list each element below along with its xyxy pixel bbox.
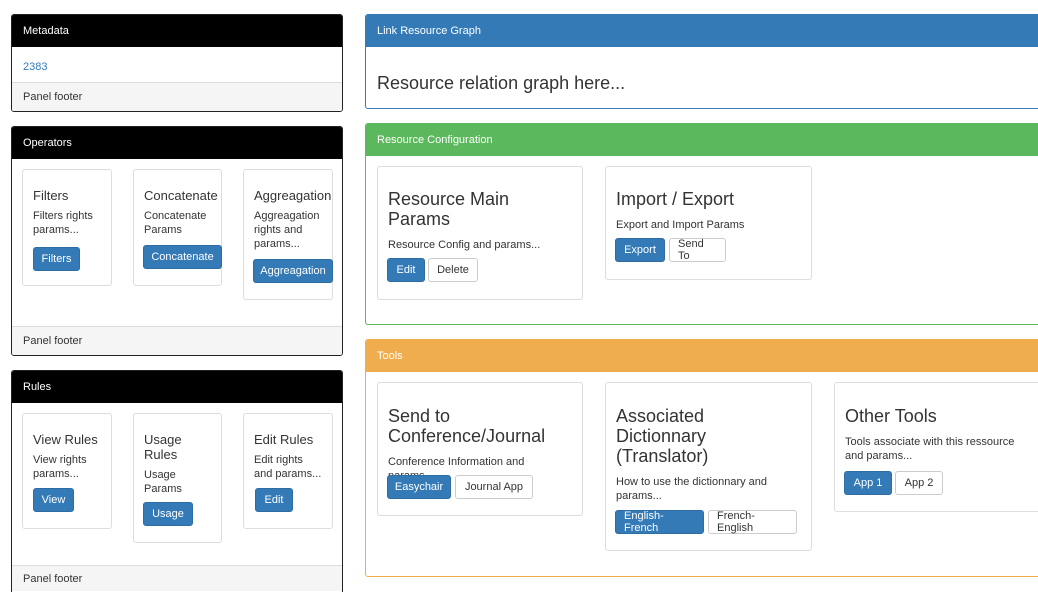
view-rules-card-desc: View rights params... (33, 454, 87, 480)
view-button[interactable]: View (33, 488, 74, 512)
resource-config-panel: Resource Configuration Resource Main Par… (365, 123, 1038, 325)
concatenate-button[interactable]: Concatenate (143, 245, 222, 269)
dictionnary-card: Associated Dictionnary (Translator) How … (605, 382, 812, 551)
tools-panel-header: Tools (366, 340, 1038, 372)
aggreagation-card: Aggreagation Aggreagation rights and par… (243, 169, 333, 300)
operators-panel-header: Operators (12, 127, 342, 159)
french-english-button[interactable]: French-English (708, 510, 797, 534)
aggreagation-card-desc: Aggreagation rights and params... (254, 210, 320, 250)
usage-button[interactable]: Usage (143, 502, 193, 526)
filters-card-title: Filters (33, 188, 69, 203)
concatenate-card: Concatenate Concatenate Params Concatena… (133, 169, 222, 286)
resource-config-panel-header: Resource Configuration (366, 124, 1038, 156)
usage-rules-card-desc: Usage Params (144, 469, 182, 495)
app2-button[interactable]: App 2 (895, 471, 943, 495)
other-tools-title: Other Tools (845, 406, 937, 426)
send-conference-title: Send to Conference/Journal (388, 406, 546, 446)
edit-rules-card-title: Edit Rules (254, 432, 314, 447)
import-export-card: Import / Export Export and Import Params… (605, 166, 812, 280)
operators-panel: Operators Filters Filters rights params.… (11, 126, 343, 356)
edit-rules-card-desc: Edit rights and params... (254, 454, 322, 480)
metadata-panel-header: Metadata (12, 15, 342, 47)
filters-card-desc: Filters rights params... (33, 210, 93, 236)
tools-panel: Tools Send to Conference/Journal Confere… (365, 339, 1038, 577)
usage-rules-card: Usage Rules Usage Params Usage (133, 413, 222, 543)
resource-main-params-title: Resource Main Params (388, 189, 510, 229)
other-tools-desc: Tools associate with this ressource and … (845, 436, 1015, 462)
dictionnary-title: Associated Dictionnary (Translator) (616, 406, 709, 466)
send-conference-card: Send to Conference/Journal Conference In… (377, 382, 583, 516)
metadata-panel: Metadata 2383 Panel footer (11, 14, 343, 112)
dictionnary-desc: How to use the dictionnary and params... (616, 476, 768, 502)
resource-main-params-card: Resource Main Params Resource Config and… (377, 166, 583, 300)
metadata-value-link[interactable]: 2383 (23, 61, 47, 73)
link-graph-panel-header: Link Resource Graph (366, 15, 1038, 47)
export-button[interactable]: Export (615, 238, 665, 262)
rules-panel-footer: Panel footer (12, 565, 342, 591)
aggreagation-card-title: Aggreagation (254, 188, 332, 203)
filters-button[interactable]: Filters (33, 247, 80, 271)
view-rules-card: View Rules View rights params... View (22, 413, 112, 529)
link-graph-panel: Link Resource Graph Resource relation gr… (365, 14, 1038, 109)
aggreagation-button[interactable]: Aggreagation (253, 259, 333, 283)
resource-delete-button[interactable]: Delete (428, 258, 478, 282)
metadata-panel-footer: Panel footer (12, 82, 342, 111)
usage-rules-card-title: Usage Rules (144, 432, 182, 462)
concatenate-card-title: Concatenate (144, 188, 218, 203)
rules-panel-header: Rules (12, 371, 342, 403)
journal-app-button[interactable]: Journal App (455, 475, 533, 499)
resource-edit-button[interactable]: Edit (387, 258, 425, 282)
edit-rules-button[interactable]: Edit (255, 488, 293, 512)
resource-main-params-desc: Resource Config and params... (388, 239, 541, 251)
view-rules-card-title: View Rules (33, 432, 98, 447)
app1-button[interactable]: App 1 (844, 471, 892, 495)
easychair-button[interactable]: Easychair (387, 475, 451, 499)
english-french-button[interactable]: English-French (615, 510, 704, 534)
import-export-desc: Export and Import Params (616, 219, 745, 231)
concatenate-card-desc: Concatenate Params (144, 210, 207, 236)
other-tools-card: Other Tools Tools associate with this re… (834, 382, 1038, 512)
filters-card: Filters Filters rights params... Filters (22, 169, 112, 286)
rules-panel: Rules View Rules View rights params... V… (11, 370, 343, 592)
edit-rules-card: Edit Rules Edit rights and params... Edi… (243, 413, 333, 529)
operators-panel-footer: Panel footer (12, 326, 342, 355)
import-export-title: Import / Export (616, 189, 735, 209)
send-to-button[interactable]: Send To (669, 238, 726, 262)
link-graph-body: Resource relation graph here... (377, 73, 626, 93)
